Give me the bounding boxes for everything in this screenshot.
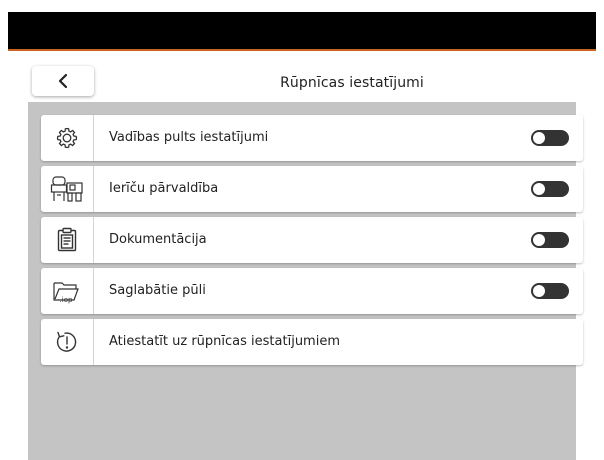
folder-iop-icon: .iop	[52, 278, 82, 304]
settings-item-label: Atiestatīt uz rūpnīcas iestatījumiem	[109, 334, 340, 349]
svg-text:.iop: .iop	[60, 296, 73, 304]
settings-item-label: Ierīču pārvaldība	[109, 181, 219, 196]
terminal-settings-toggle[interactable]	[531, 130, 569, 146]
settings-item-label: Vadības pults iestatījumi	[109, 130, 269, 145]
saved-pools-toggle[interactable]	[531, 283, 569, 299]
gear-icon	[55, 126, 79, 150]
chevron-left-icon	[57, 73, 69, 89]
settings-item-documentation[interactable]: Dokumentācija	[41, 217, 583, 263]
settings-item-device-management[interactable]: Ierīču pārvaldība	[41, 166, 583, 212]
clipboard-icon	[56, 227, 78, 253]
settings-panel: Vadības pults iestatījumi Ierīču pārvald…	[28, 102, 583, 460]
settings-item-saved-pools[interactable]: .iop Saglabātie pūli	[41, 268, 583, 314]
settings-item-terminal[interactable]: Vadības pults iestatījumi	[41, 115, 583, 161]
settings-item-reset-factory[interactable]: Atiestatīt uz rūpnīcas iestatījumiem	[41, 319, 583, 365]
device-management-toggle[interactable]	[531, 181, 569, 197]
settings-item-label: Saglabātie pūli	[109, 283, 206, 298]
screen: Rūpnīcas iestatījumi Vadības pults iesta…	[8, 51, 596, 460]
settings-item-label: Dokumentācija	[109, 232, 207, 247]
device-frame: Rūpnīcas iestatījumi Vadības pults iesta…	[8, 12, 596, 460]
status-bar	[8, 12, 596, 51]
settings-list: Vadības pults iestatījumi Ierīču pārvald…	[41, 115, 583, 370]
header: Rūpnīcas iestatījumi	[8, 51, 596, 102]
tractor-implement-icon	[50, 174, 84, 204]
page-title: Rūpnīcas iestatījumi	[280, 75, 424, 91]
reset-icon	[54, 329, 80, 355]
back-button[interactable]	[32, 66, 94, 96]
documentation-toggle[interactable]	[531, 232, 569, 248]
